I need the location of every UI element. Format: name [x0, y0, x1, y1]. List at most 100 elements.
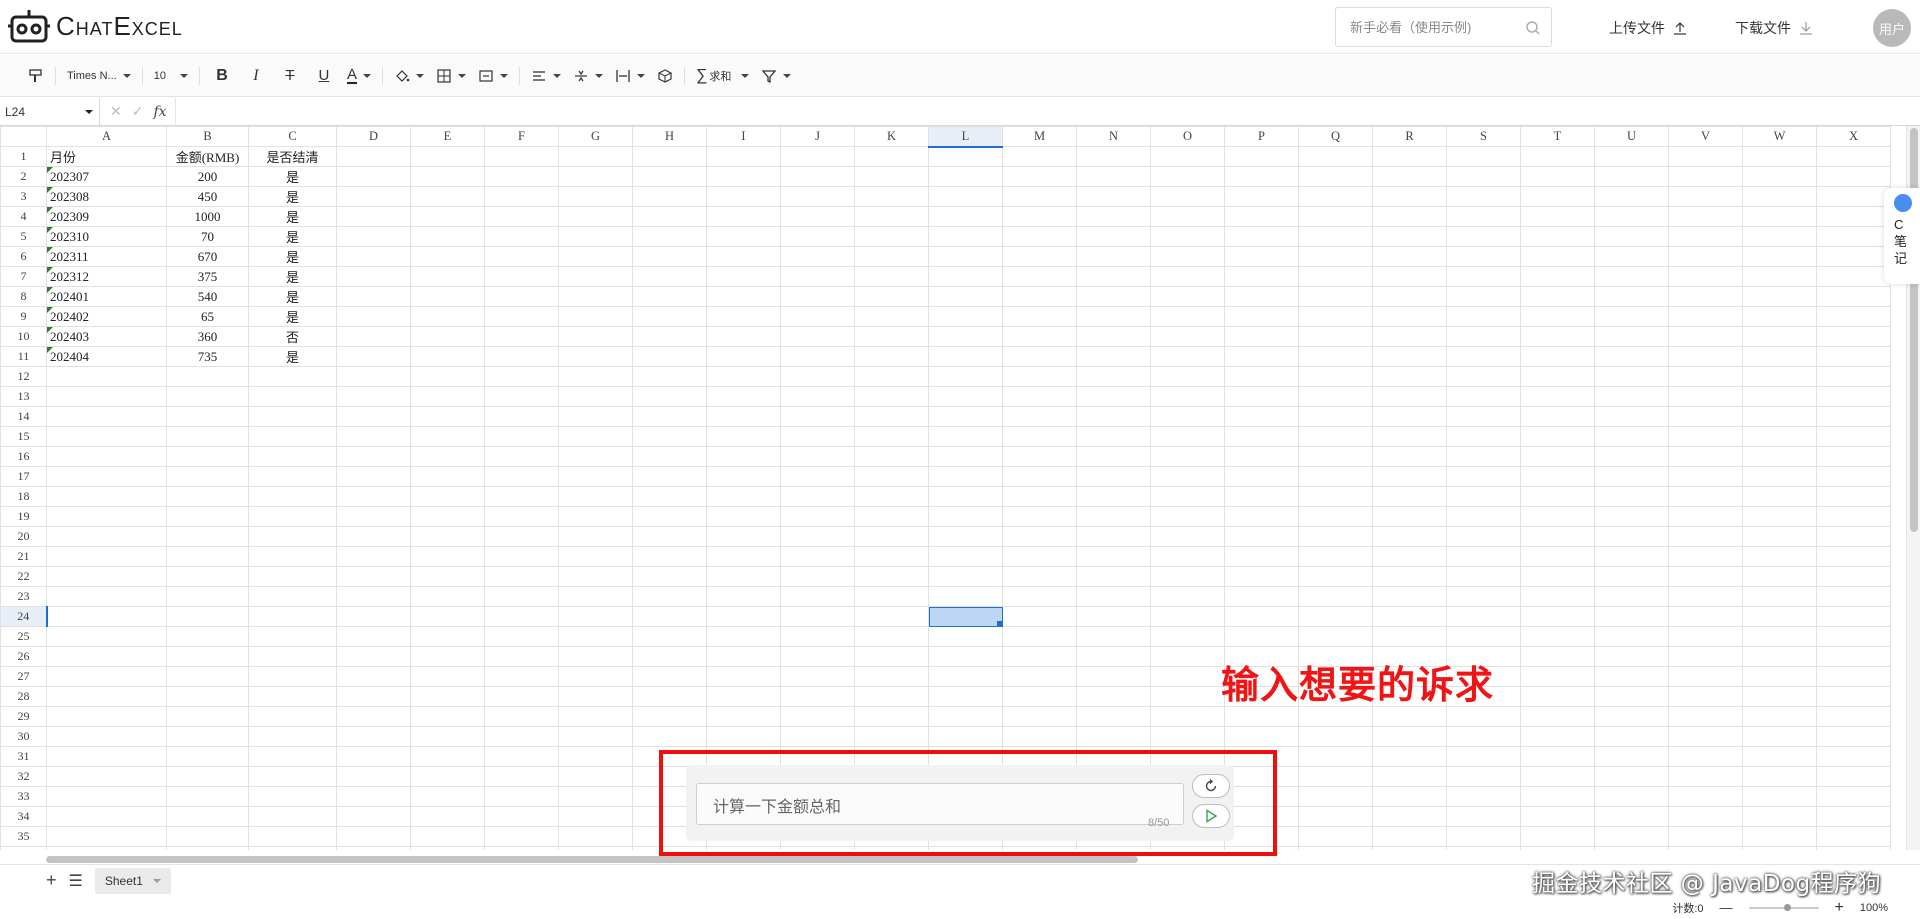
grid-cell[interactable] [780, 366, 855, 387]
grid-cell[interactable] [928, 486, 1003, 507]
grid-cell[interactable] [410, 586, 485, 607]
grid-cell[interactable] [484, 546, 559, 567]
grid-cell[interactable] [854, 706, 929, 727]
grid-cell[interactable] [484, 666, 559, 687]
grid-cell[interactable] [1002, 306, 1077, 327]
grid-cell[interactable] [706, 626, 781, 647]
grid-cell[interactable] [1816, 346, 1891, 367]
grid-cell[interactable] [336, 426, 411, 447]
grid-cell[interactable] [854, 446, 929, 467]
grid-cell[interactable] [1742, 146, 1817, 167]
horizontal-align-button[interactable] [525, 61, 567, 91]
grid-cell[interactable] [1298, 466, 1373, 487]
grid-cell[interactable] [336, 606, 411, 627]
grid-cell[interactable] [1668, 146, 1743, 167]
grid-cell[interactable] [46, 806, 167, 827]
row-header[interactable]: 1 [0, 146, 47, 167]
grid-cell[interactable] [706, 406, 781, 427]
grid-cell[interactable] [1076, 426, 1151, 447]
grid-cell[interactable] [484, 466, 559, 487]
grid-cell[interactable] [1742, 206, 1817, 227]
grid-cell[interactable] [1520, 306, 1595, 327]
grid-cell[interactable] [1742, 606, 1817, 627]
grid-cell[interactable] [1594, 306, 1669, 327]
grid-cell[interactable] [166, 646, 249, 667]
grid-cell[interactable] [1298, 806, 1373, 827]
sheet-table[interactable]: ABCDEFGHIJKLMNOPQRSTUVWX 1 月份 金额(RMB) 是否结清 2… [0, 126, 1891, 850]
grid-cell[interactable] [248, 446, 337, 467]
grid-cell[interactable] [632, 266, 707, 287]
grid-cell[interactable] [1446, 526, 1521, 547]
grid-cell[interactable] [1742, 786, 1817, 807]
grid-cell[interactable] [484, 186, 559, 207]
merge-cells-button[interactable] [472, 61, 514, 91]
grid-cell[interactable] [1150, 526, 1225, 547]
grid-cell[interactable] [410, 306, 485, 327]
grid-cell[interactable] [1224, 626, 1299, 647]
grid-cell[interactable] [1742, 286, 1817, 307]
grid-cell[interactable]: 是 [248, 266, 337, 287]
grid-cell[interactable] [1742, 426, 1817, 447]
grid-cell[interactable]: 202311 [46, 246, 167, 267]
confirm-icon[interactable]: ✓ [132, 103, 144, 120]
grid-cell[interactable] [1446, 766, 1521, 787]
download-file-button[interactable]: 下载文件 [1735, 18, 1813, 38]
grid-cell[interactable] [1224, 166, 1299, 187]
grid-cell[interactable] [632, 546, 707, 567]
grid-cell[interactable] [1520, 206, 1595, 227]
grid-cell[interactable] [632, 386, 707, 407]
grid-cell[interactable] [1372, 386, 1447, 407]
grid-cell[interactable] [1224, 446, 1299, 467]
grid-cell[interactable] [1816, 706, 1891, 727]
grid-cell[interactable] [558, 706, 633, 727]
grid-cell[interactable] [410, 286, 485, 307]
grid-cell[interactable] [1372, 366, 1447, 387]
grid-cell[interactable] [928, 646, 1003, 667]
grid-cell[interactable] [410, 766, 485, 787]
grid-cell[interactable] [1742, 486, 1817, 507]
grid-cell[interactable] [46, 366, 167, 387]
grid-cell[interactable] [410, 466, 485, 487]
grid-cell[interactable] [780, 446, 855, 467]
grid-cell[interactable] [854, 266, 929, 287]
grid-cell[interactable] [558, 426, 633, 447]
grid-cell[interactable] [484, 446, 559, 467]
grid-cell[interactable] [1446, 546, 1521, 567]
row-header[interactable]: 9 [0, 306, 47, 327]
grid-cell[interactable] [1594, 826, 1669, 847]
row-header[interactable]: 11 [0, 346, 47, 367]
grid-cell[interactable] [780, 186, 855, 207]
grid-cell[interactable] [928, 406, 1003, 427]
grid-cell[interactable] [1298, 706, 1373, 727]
grid-cell[interactable] [410, 426, 485, 447]
grid-cell[interactable] [1076, 286, 1151, 307]
grid-cell[interactable] [1150, 266, 1225, 287]
borders-button[interactable] [430, 61, 472, 91]
grid-cell[interactable] [1742, 506, 1817, 527]
grid-cell[interactable] [1520, 466, 1595, 487]
grid-cell[interactable] [1446, 206, 1521, 227]
grid-cell[interactable] [1150, 706, 1225, 727]
row-header[interactable]: 36 [0, 846, 47, 850]
grid-cell[interactable] [706, 206, 781, 227]
grid-cell[interactable] [1150, 366, 1225, 387]
grid-cell[interactable] [706, 266, 781, 287]
grid-cell[interactable] [1446, 726, 1521, 747]
grid-cell[interactable] [1298, 506, 1373, 527]
grid-cell[interactable] [1594, 606, 1669, 627]
column-header[interactable]: X [1816, 126, 1891, 147]
grid-cell[interactable] [1224, 346, 1299, 367]
grid-cell[interactable] [248, 546, 337, 567]
grid-cell[interactable] [1224, 186, 1299, 207]
grid-cell[interactable] [1002, 326, 1077, 347]
grid-cell[interactable] [1668, 466, 1743, 487]
grid-cell[interactable] [706, 666, 781, 687]
grid-cell[interactable] [1076, 506, 1151, 527]
grid-cell[interactable] [248, 846, 337, 850]
grid-cell[interactable] [558, 586, 633, 607]
grid-cell[interactable] [1002, 606, 1077, 627]
grid-cell[interactable] [1224, 486, 1299, 507]
grid-cell[interactable] [1594, 186, 1669, 207]
grid-cell[interactable] [166, 486, 249, 507]
grid-cell[interactable] [166, 566, 249, 587]
